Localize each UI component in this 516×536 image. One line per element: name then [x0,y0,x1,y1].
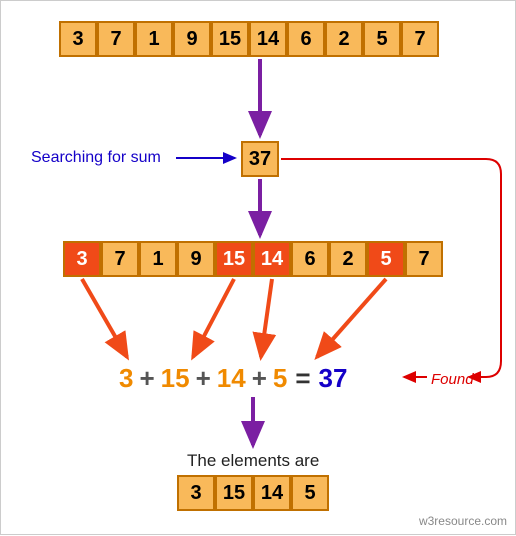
array-cell: 15 [215,241,253,277]
plus-icon: + [133,363,160,393]
array-cell: 5 [367,241,405,277]
arrow-diag-icon [317,279,386,357]
arrow-diag-icon [82,279,127,357]
result-array-row: 315145 [177,475,329,511]
array-cell: 5 [363,21,401,57]
array-cell: 2 [325,21,363,57]
arrow-diag-icon [261,279,272,357]
array-cell: 3 [63,241,101,277]
plus-icon: + [246,363,273,393]
array-cell: 3 [59,21,97,57]
found-label: Found [431,371,474,388]
array-cell: 9 [173,21,211,57]
credit-label: w3resource.com [419,514,507,528]
array-cell: 9 [177,241,215,277]
target-cell: 37 [241,141,279,177]
array-cell: 2 [329,241,367,277]
array-cell: 14 [253,241,291,277]
array-cell: 5 [291,475,329,511]
input-array-row: 371915146257 [59,21,439,57]
array-cell: 7 [97,21,135,57]
array-cell: 1 [139,241,177,277]
array-cell: 14 [253,475,291,511]
array-cell: 1 [135,21,173,57]
eq-result: 37 [319,363,348,393]
array-cell: 6 [291,241,329,277]
plus-icon: + [190,363,217,393]
searching-label: Searching for sum [31,149,161,167]
array-cell: 3 [177,475,215,511]
eq-term-2: 14 [217,363,246,393]
result-header: The elements are [187,451,319,471]
array-cell: 15 [211,21,249,57]
eq-term-3: 5 [273,363,287,393]
highlighted-array-row: 371915146257 [63,241,443,277]
array-cell: 7 [405,241,443,277]
array-cell: 15 [215,475,253,511]
equals-icon: = [287,363,318,393]
eq-term-0: 3 [119,363,133,393]
array-cell: 7 [101,241,139,277]
array-cell: 14 [249,21,287,57]
equation-line: 3+15+14+5=37 [119,363,347,394]
arrow-diag-icon [193,279,234,357]
target-cell-wrap: 37 [241,141,279,177]
array-cell: 6 [287,21,325,57]
eq-term-1: 15 [161,363,190,393]
array-cell: 7 [401,21,439,57]
